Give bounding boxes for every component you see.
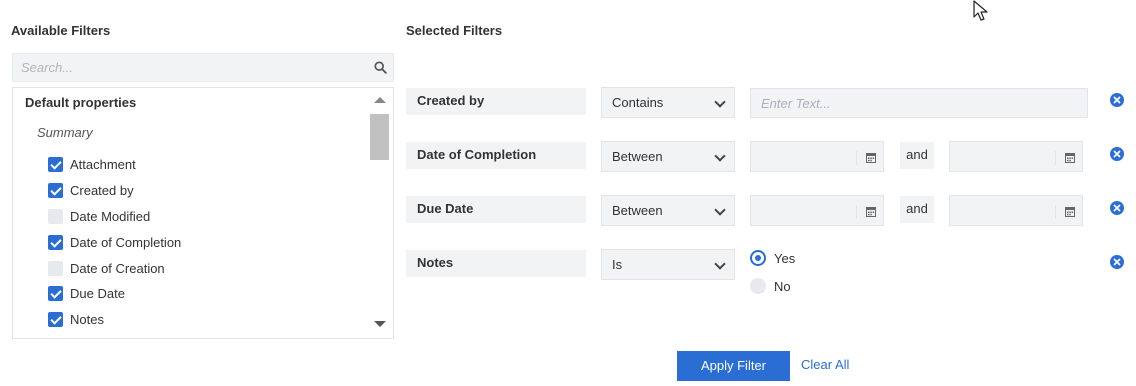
selected-filters-heading: Selected Filters [406, 23, 503, 38]
date-from-input[interactable] [750, 195, 884, 226]
filter-item-date-modified[interactable]: Date Modified [48, 206, 150, 226]
mouse-cursor-icon [973, 0, 993, 25]
filter-item-notes[interactable]: Notes [48, 309, 104, 329]
chevron-down-icon [714, 96, 726, 108]
operator-value: Between [612, 149, 663, 164]
filter-name-date-of-completion: Date of Completion [406, 142, 586, 169]
filter-name-notes: Notes [406, 250, 586, 277]
search-icon[interactable] [374, 61, 387, 77]
filter-name-due-date: Due Date [406, 196, 586, 223]
checkbox-unchecked[interactable] [48, 260, 63, 276]
remove-filter-icon[interactable] [1110, 147, 1124, 161]
radio-button-unselected[interactable] [750, 278, 766, 294]
group-label: Default properties [25, 95, 137, 110]
operator-select-due-date[interactable]: Between [601, 195, 735, 226]
text-input-placeholder: Enter Text... [761, 96, 831, 111]
filter-item-label: Date of Creation [70, 260, 165, 276]
filter-name-created-by: Created by [406, 88, 586, 115]
date-to-input[interactable] [949, 141, 1083, 172]
search-input[interactable]: Search... [12, 53, 394, 82]
operator-select-created-by[interactable]: Contains [601, 87, 735, 118]
remove-filter-icon[interactable] [1110, 93, 1124, 107]
available-filters-list: Default properties Summary Attachment Cr… [12, 87, 394, 339]
filter-item-label: Date Modified [70, 208, 151, 224]
remove-filter-icon[interactable] [1110, 255, 1124, 269]
and-label: and [900, 196, 934, 223]
filter-item-due-date[interactable]: Due Date [48, 283, 125, 303]
operator-value: Is [612, 257, 623, 272]
calendar-icon[interactable] [856, 205, 879, 219]
radio-button-selected[interactable] [750, 250, 766, 266]
available-filters-heading: Available Filters [11, 23, 111, 38]
filter-item-created-by[interactable]: Created by [48, 180, 134, 200]
radio-no[interactable]: No [750, 276, 791, 296]
subgroup-label: Summary [37, 125, 93, 140]
chevron-down-icon [714, 150, 726, 162]
operator-value: Contains [612, 95, 664, 110]
and-label: and [900, 142, 934, 169]
filter-item-label: Date of Completion [70, 234, 182, 250]
text-input-created-by[interactable]: Enter Text... [750, 88, 1088, 118]
checkbox-checked[interactable] [48, 156, 63, 172]
operator-value: Between [612, 203, 663, 218]
remove-filter-icon[interactable] [1110, 201, 1124, 215]
search-placeholder: Search... [21, 60, 74, 75]
checkbox-checked[interactable] [48, 285, 63, 301]
filter-item-date-of-creation[interactable]: Date of Creation [48, 258, 165, 278]
calendar-icon[interactable] [856, 151, 879, 165]
checkbox-checked[interactable] [48, 311, 63, 327]
filter-item-label: Due Date [70, 285, 125, 301]
apply-filter-button[interactable]: Apply Filter [677, 351, 790, 381]
operator-select-notes[interactable]: Is [601, 249, 735, 280]
list-scrollbar[interactable] [369, 88, 393, 338]
filter-item-label: Notes [70, 311, 104, 327]
radio-label: Yes [774, 250, 796, 266]
clear-all-link[interactable]: Clear All [801, 357, 849, 372]
filter-item-label: Attachment [70, 156, 136, 172]
radio-label: No [774, 278, 791, 294]
checkbox-unchecked[interactable] [48, 208, 63, 224]
date-from-input[interactable] [750, 141, 884, 172]
filter-item-label: Created by [70, 182, 134, 198]
calendar-icon[interactable] [1055, 205, 1078, 219]
radio-yes[interactable]: Yes [750, 248, 795, 268]
calendar-icon[interactable] [1055, 151, 1078, 165]
checkbox-checked[interactable] [48, 182, 63, 198]
filter-item-attachment[interactable]: Attachment [48, 154, 136, 174]
date-to-input[interactable] [949, 195, 1083, 226]
operator-select-date-of-completion[interactable]: Between [601, 141, 735, 172]
scroll-up-arrow-icon[interactable] [374, 97, 386, 103]
filter-item-date-of-completion[interactable]: Date of Completion [48, 232, 181, 252]
chevron-down-icon [714, 258, 726, 270]
scroll-down-arrow-icon[interactable] [374, 321, 386, 327]
scrollbar-thumb[interactable] [370, 114, 389, 160]
checkbox-checked[interactable] [48, 234, 63, 250]
chevron-down-icon [714, 204, 726, 216]
